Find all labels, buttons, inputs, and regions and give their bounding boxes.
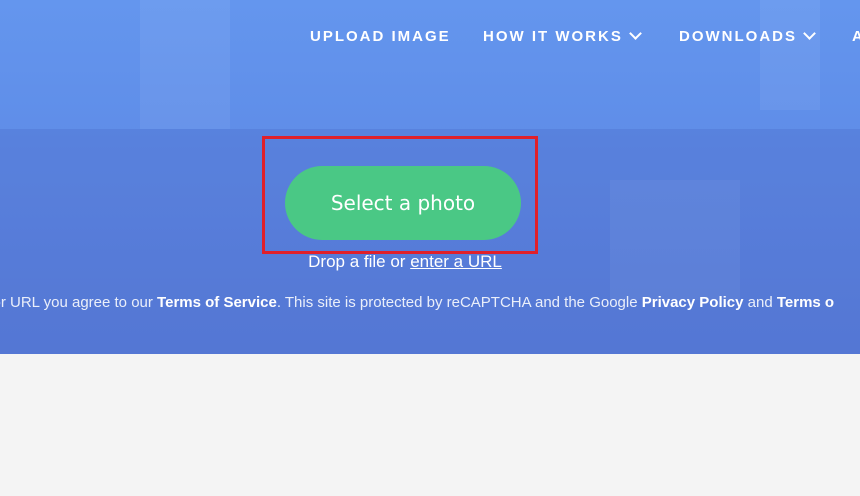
nav-upload-image-label: UPLOAD IMAGE <box>310 28 451 45</box>
terms-text: . This site is protected by reCAPTCHA an… <box>276 294 638 311</box>
top-navigation: UPLOAD IMAGE HOW IT WORKS DOWNLOADS A <box>0 27 860 50</box>
hero-band <box>0 129 860 354</box>
enter-url-link[interactable]: enter a URL <box>410 252 502 271</box>
background-building-shape <box>140 0 230 129</box>
chevron-down-icon <box>628 27 642 40</box>
terms-text: e or URL you agree to our <box>0 294 153 311</box>
nav-item-truncated[interactable]: A <box>852 28 860 45</box>
nav-downloads[interactable]: DOWNLOADS <box>679 27 816 45</box>
nav-how-it-works[interactable]: HOW IT WORKS <box>483 27 642 45</box>
terms-of-service-link-2[interactable]: Terms o <box>777 294 834 311</box>
privacy-policy-link[interactable]: Privacy Policy <box>642 294 744 311</box>
terms-text: and <box>747 294 773 311</box>
hero-section: UPLOAD IMAGE HOW IT WORKS DOWNLOADS A Se… <box>0 0 860 354</box>
terms-of-service-link[interactable]: Terms of Service <box>157 294 277 311</box>
page-body <box>0 354 860 496</box>
nav-item-truncated-label: A <box>852 28 860 45</box>
chevron-down-icon <box>803 27 816 40</box>
drop-file-hint: Drop a file or enter a URL <box>0 252 810 272</box>
terms-notice: e or URL you agree to our Terms of Servi… <box>0 294 834 311</box>
nav-downloads-label: DOWNLOADS <box>679 28 797 45</box>
drop-file-text: Drop a file or <box>308 252 406 271</box>
nav-how-it-works-label: HOW IT WORKS <box>483 28 623 45</box>
select-photo-button[interactable]: Select a photo <box>285 166 521 240</box>
nav-upload-image[interactable]: UPLOAD IMAGE <box>310 28 451 45</box>
background-building-shape <box>760 0 820 110</box>
